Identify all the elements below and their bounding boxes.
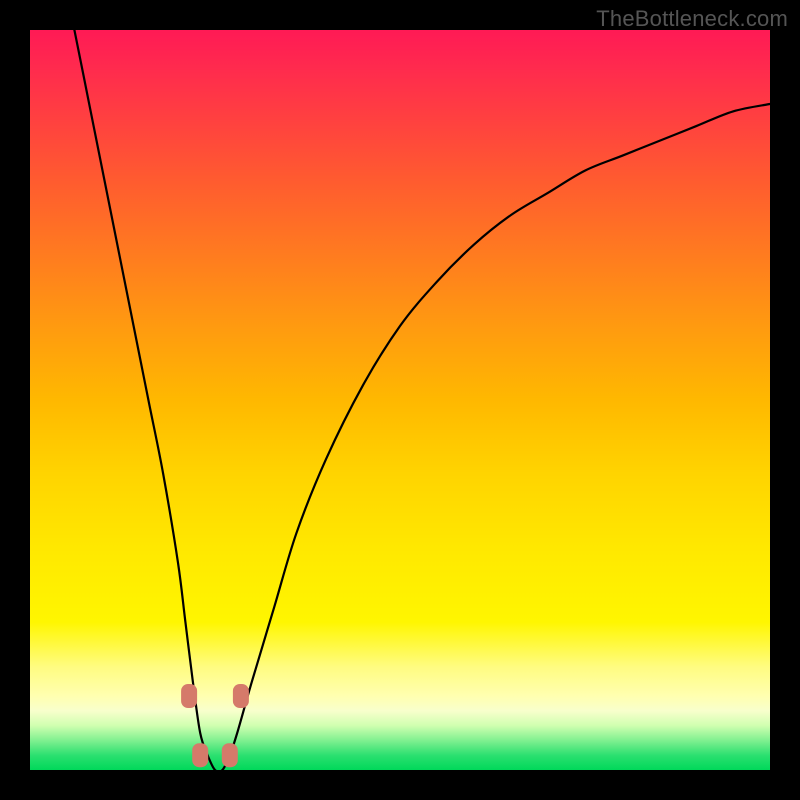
plot-frame — [30, 30, 770, 770]
curve-marker — [233, 684, 249, 708]
bottleneck-curve — [74, 30, 770, 772]
bottleneck-curve-svg — [30, 30, 770, 770]
watermark-text: TheBottleneck.com — [596, 6, 788, 32]
curve-marker — [192, 743, 208, 767]
curve-marker — [222, 743, 238, 767]
curve-marker — [181, 684, 197, 708]
